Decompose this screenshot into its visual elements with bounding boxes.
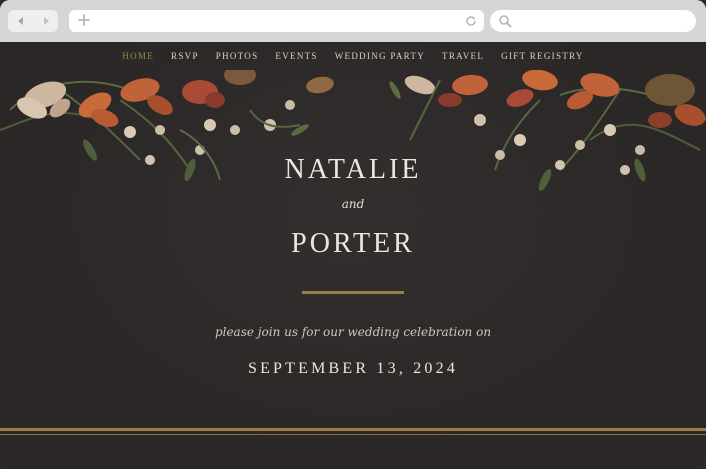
partner-one-name: NATALIE	[284, 154, 422, 185]
browser-toolbar	[0, 0, 706, 42]
wedding-site: HOME RSVP PHOTOS EVENTS WEDDING PARTY TR…	[0, 42, 706, 469]
gold-divider	[302, 291, 404, 294]
nav-home[interactable]: HOME	[122, 51, 154, 61]
floral-header-illustration	[0, 70, 706, 192]
forward-arrow-icon	[43, 17, 49, 25]
nav-events[interactable]: EVENTS	[275, 51, 317, 61]
partner-two-name: PORTER	[291, 228, 415, 259]
name-connector: and	[341, 197, 365, 211]
browser-window: HOME RSVP PHOTOS EVENTS WEDDING PARTY TR…	[0, 0, 706, 469]
reload-icon[interactable]	[464, 14, 478, 28]
search-icon	[499, 15, 512, 28]
bottom-thin-rule	[0, 434, 706, 435]
nav-gift-registry[interactable]: GIFT REGISTRY	[501, 51, 584, 61]
wedding-date: SEPTEMBER 13, 2024	[247, 360, 459, 377]
back-button[interactable]	[8, 10, 33, 32]
search-input[interactable]	[490, 10, 696, 32]
back-arrow-icon	[17, 17, 23, 25]
bottom-gold-rule	[0, 428, 706, 431]
site-navigation: HOME RSVP PHOTOS EVENTS WEDDING PARTY TR…	[0, 42, 706, 70]
nav-travel[interactable]: TRAVEL	[442, 51, 484, 61]
nav-wedding-party[interactable]: WEDDING PARTY	[335, 51, 425, 61]
history-nav	[8, 10, 58, 32]
plus-icon[interactable]	[77, 13, 91, 27]
nav-rsvp[interactable]: RSVP	[171, 51, 199, 61]
address-bar[interactable]	[69, 10, 484, 32]
forward-button[interactable]	[33, 10, 58, 32]
invitation-text: please join us for our wedding celebrati…	[214, 325, 492, 339]
nav-photos[interactable]: PHOTOS	[216, 51, 259, 61]
